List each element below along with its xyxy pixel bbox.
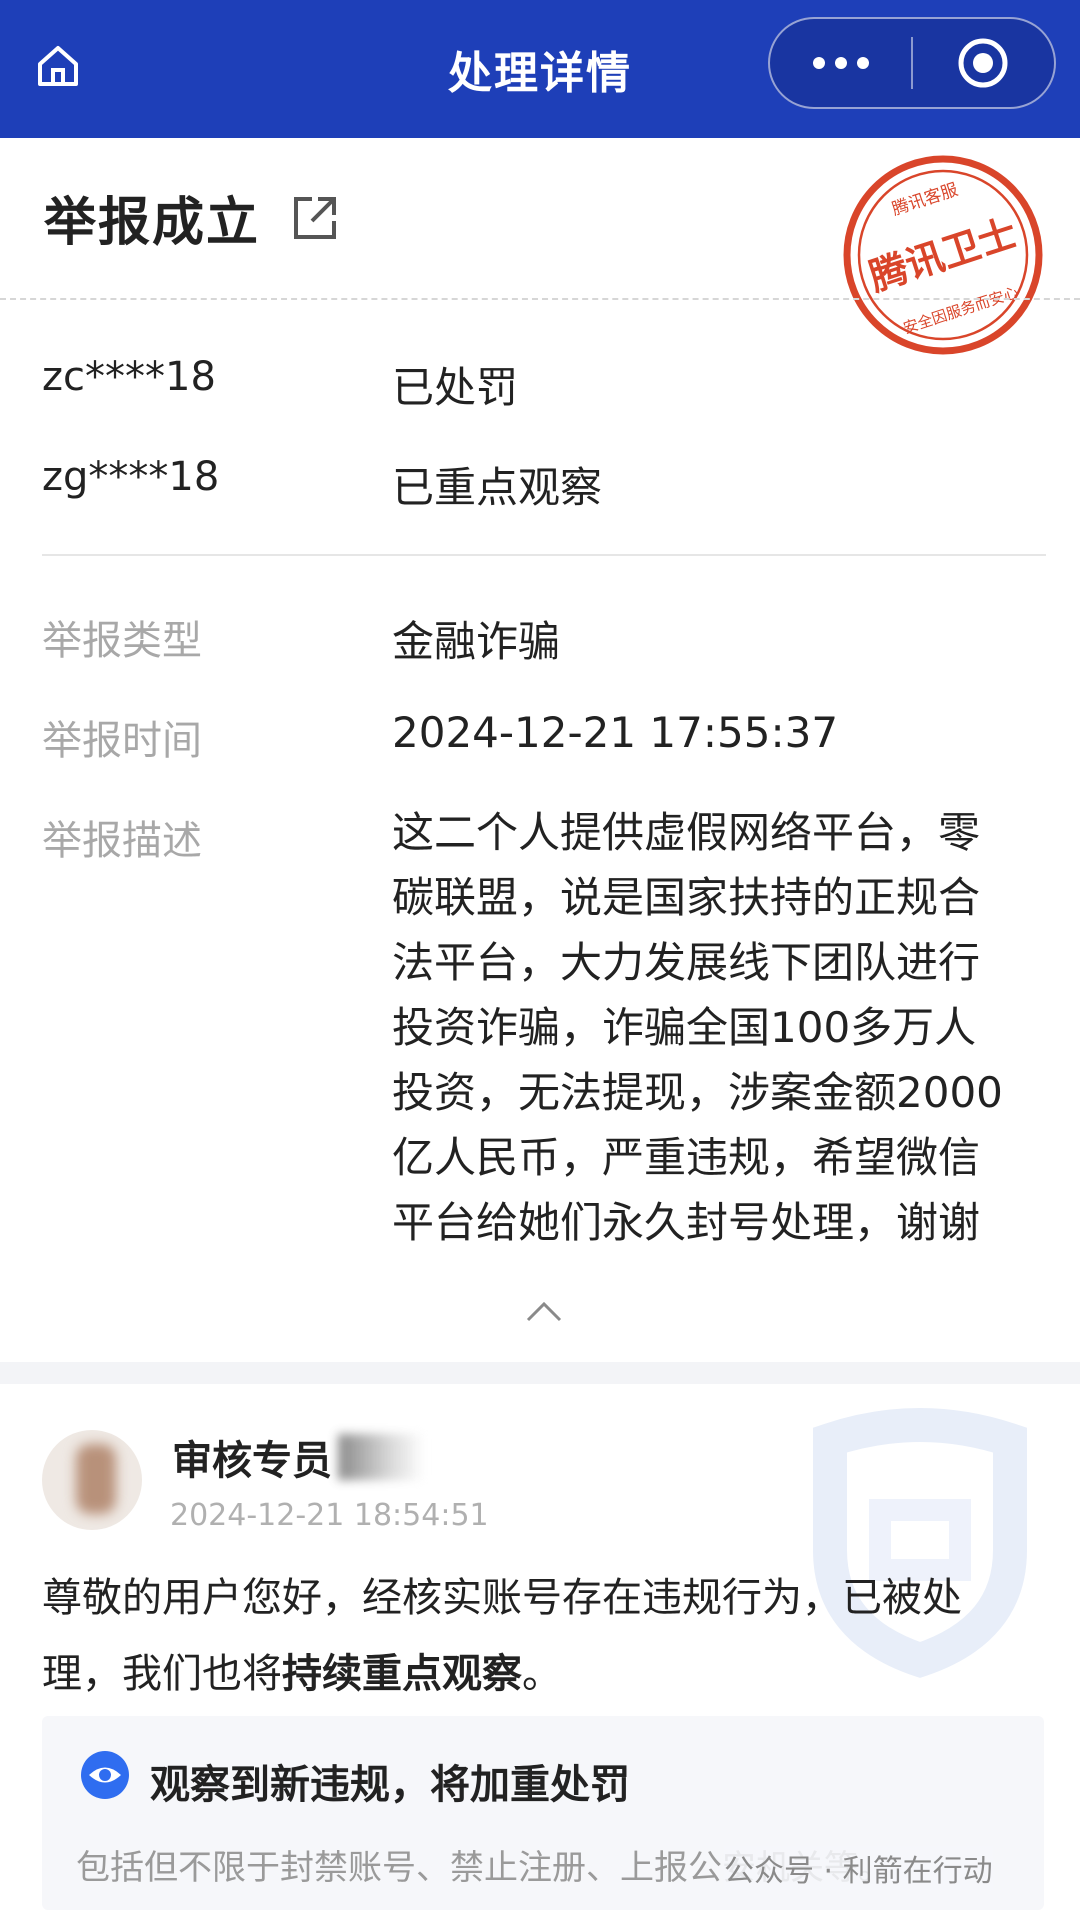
home-icon [38, 46, 78, 86]
report-desc-row: 举报描述 这二个人提供虚假网络平台，零 碳联盟，说是国家扶持的正规合 法平台，大… [42, 808, 1052, 1255]
more-button[interactable] [770, 19, 911, 107]
eye-icon [81, 1751, 129, 1799]
close-miniapp-button[interactable] [913, 19, 1054, 107]
stamp-top-text: 腾讯客服 [890, 180, 961, 220]
account-id: zg****18 [42, 454, 220, 500]
review-reply: 尊敬的用户您好，经核实账号存在违规行为，已被处 理，我们也将持续重点观察。 [42, 1560, 1052, 1712]
desc-line: 投资，无法提现，涉案金额2000 [392, 1068, 1003, 1117]
tencent-guard-stamp-icon: 腾讯客服 腾讯卫士 安全因服务而安心 [843, 155, 1043, 355]
home-button[interactable] [30, 38, 86, 94]
notice-title: 观察到新违规，将加重处罚 [150, 1762, 630, 1808]
report-time-value: 2024-12-21 17:55:37 [392, 708, 839, 757]
report-type-value: 金融诈骗 [392, 617, 561, 666]
more-dots-icon [812, 57, 869, 69]
account-id: zc****18 [42, 354, 216, 400]
dashed-divider [0, 298, 1080, 300]
account-status: 已处罚 [392, 363, 519, 412]
desc-line: 平台给她们永久封号处理，谢谢 [392, 1198, 981, 1247]
watermark-text: 公众号 · 利箭在行动 [724, 1846, 993, 1890]
desc-line: 法平台，大力发展线下团队进行 [392, 938, 981, 987]
report-result-title: 举报成立 [44, 193, 261, 253]
desc-line: 亿人民币，严重违规，希望微信 [392, 1133, 981, 1182]
target-close-icon [958, 38, 1008, 88]
stamp-center-text: 腾讯卫士 [864, 211, 1022, 300]
external-link-icon[interactable] [288, 191, 342, 245]
report-time-row: 举报时间 2024-12-21 17:55:37 [42, 708, 838, 766]
desc-line: 碳联盟，说是国家扶持的正规合 [392, 873, 981, 922]
page-title: 处理详情 [448, 48, 632, 99]
miniapp-capsule [768, 17, 1056, 109]
chevron-up-icon[interactable] [522, 1296, 566, 1326]
account-row: zg****18 已重点观察 [42, 454, 602, 515]
name-redaction [338, 1434, 424, 1480]
report-title-row: 举报成立 [44, 180, 342, 255]
section-gap [0, 1362, 1080, 1384]
account-status: 已重点观察 [392, 463, 603, 512]
reply-line: 尊敬的用户您好，经核实账号存在违规行为，已被处 [42, 1575, 962, 1621]
reply-text-part: 理，我们也将 [42, 1651, 282, 1697]
desc-line: 这二个人提供虚假网络平台，零 [392, 808, 981, 857]
report-desc-label: 举报描述 [42, 818, 202, 864]
account-row: zc****18 已处罚 [42, 354, 518, 415]
desc-line: 投资诈骗，诈骗全国100多万人 [392, 1003, 977, 1052]
reply-line: 理，我们也将持续重点观察。 [42, 1636, 1052, 1712]
review-time: 2024-12-21 18:54:51 [170, 1498, 489, 1533]
top-bar: 处理详情 [0, 0, 1080, 138]
reviewer-avatar [42, 1430, 142, 1530]
reviewer-name: 审核专员 [172, 1438, 332, 1484]
report-time-label: 举报时间 [42, 718, 202, 764]
report-type-row: 举报类型 金融诈骗 [42, 608, 560, 669]
section-divider [42, 554, 1046, 556]
report-desc-text: 这二个人提供虚假网络平台，零 碳联盟，说是国家扶持的正规合 法平台，大力发展线下… [392, 800, 1052, 1255]
reply-emphasis: 持续重点观察 [282, 1651, 522, 1697]
reply-text-part: 。 [522, 1651, 562, 1697]
report-type-label: 举报类型 [42, 618, 202, 664]
